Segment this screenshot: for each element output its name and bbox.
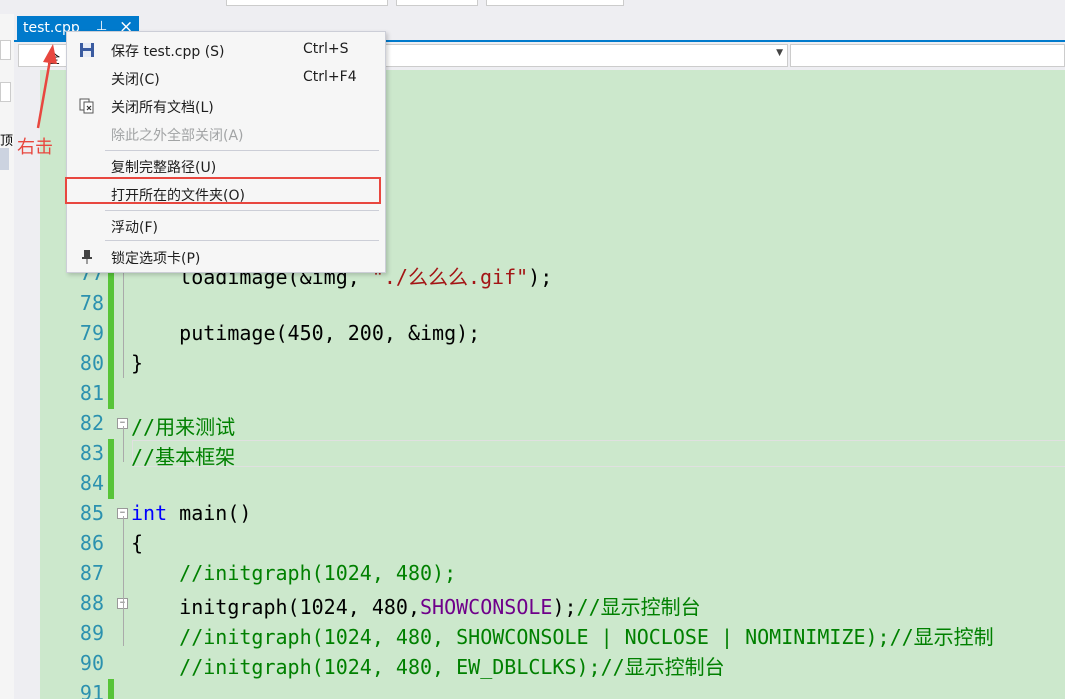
menu-item-label: 锁定选项卡(P)	[111, 251, 201, 267]
code-line: 79 putimage(450, 200, &img);	[14, 319, 1065, 349]
change-marker	[108, 469, 114, 499]
annotation-label: 右击	[17, 137, 53, 158]
code-line: 85 − int main()	[14, 499, 1065, 529]
member-dropdown[interactable]	[790, 44, 1065, 67]
current-line-highlight	[132, 440, 1065, 467]
code-comment: //用来测试	[131, 415, 236, 439]
code-comment: //initgraph(1024, 480, EW_DBLCLKS);//显示控…	[131, 655, 725, 679]
code-text: {	[131, 531, 144, 555]
menu-item-label: 保存 test.cpp (S)	[111, 44, 225, 60]
change-marker	[108, 349, 114, 379]
line-number: 81	[79, 381, 104, 405]
code-line: 81	[14, 379, 1065, 409]
menu-item-copy-full-path[interactable]: 复制完整路径(U)	[67, 152, 383, 180]
menu-item-label: 除此之外全部关闭(A)	[111, 128, 244, 144]
code-text: initgraph(1024, 480,SHOWCONSOLE);//显示控制台	[131, 595, 701, 619]
change-marker	[108, 319, 114, 349]
line-number: 84	[79, 471, 104, 495]
toolbar-combo[interactable]	[486, 0, 624, 6]
line-number: 88	[79, 591, 104, 615]
line-number: 78	[79, 291, 104, 315]
structure-guide-line	[123, 270, 124, 378]
code-comment: //基本框架	[131, 445, 236, 469]
menu-item-save[interactable]: 保存 test.cpp (S) Ctrl+S	[67, 36, 383, 64]
menu-separator	[105, 210, 379, 211]
code-line: 80 }	[14, 349, 1065, 379]
line-number: 80	[79, 351, 104, 375]
code-line: 90 //initgraph(1024, 480, EW_DBLCLKS);//…	[14, 649, 1065, 679]
close-all-icon	[79, 98, 95, 114]
chevron-down-icon: ▼	[776, 48, 783, 58]
code-text: putimage(450, 200, &img);	[131, 321, 481, 345]
line-number: 82	[79, 411, 104, 435]
menu-separator	[105, 150, 379, 151]
code-comment: //initgraph(1024, 480);	[131, 561, 457, 585]
change-marker	[108, 379, 114, 409]
code-comment: //initgraph(1024, 480, SHOWCONSOLE | NOC…	[131, 625, 994, 649]
line-number: 90	[79, 651, 104, 675]
menu-item-label: 关闭(C)	[111, 72, 160, 88]
line-number: 87	[79, 561, 104, 585]
change-marker	[108, 679, 114, 699]
line-number: 86	[79, 531, 104, 555]
code-line: 86 {	[14, 529, 1065, 559]
menu-item-close-all-but-this: 除此之外全部关闭(A)	[67, 120, 383, 148]
change-marker	[108, 289, 114, 319]
code-line: 87 //initgraph(1024, 480);	[14, 559, 1065, 589]
line-number: 89	[79, 621, 104, 645]
side-panel-selected-item[interactable]	[0, 148, 9, 170]
structure-guide-line	[123, 426, 124, 462]
menu-item-pin-tab[interactable]: 锁定选项卡(P)	[67, 243, 383, 271]
annotation-arrow-icon	[36, 44, 57, 129]
menu-item-label: 复制完整路径(U)	[111, 160, 217, 176]
menu-item-close-all[interactable]: 关闭所有文档(L)	[67, 92, 383, 120]
menu-item-label: 打开所在的文件夹(O)	[111, 188, 245, 204]
change-marker	[108, 439, 114, 469]
toolbar-combo[interactable]	[226, 0, 388, 6]
line-number: 83	[79, 441, 104, 465]
menu-item-shortcut: Ctrl+S	[303, 41, 349, 57]
pin-icon	[79, 249, 95, 265]
code-line-current: 83 //基本框架	[14, 439, 1065, 469]
line-number: 85	[79, 501, 104, 525]
line-number: 91	[79, 681, 104, 699]
save-icon	[79, 42, 95, 58]
toolbar-combo[interactable]	[396, 0, 478, 6]
code-line: 89 //initgraph(1024, 480, SHOWCONSOLE | …	[14, 619, 1065, 649]
code-text: int main()	[131, 501, 252, 525]
code-line: 88 − initgraph(1024, 480,SHOWCONSOLE);//…	[14, 589, 1065, 619]
code-line: 82 − //用来测试	[14, 409, 1065, 439]
structure-guide-line	[123, 516, 124, 646]
code-line: 78	[14, 289, 1065, 319]
line-number: 79	[79, 321, 104, 345]
code-line: 84	[14, 469, 1065, 499]
menu-item-label: 关闭所有文档(L)	[111, 100, 214, 116]
menu-item-open-containing-folder[interactable]: 打开所在的文件夹(O)	[65, 177, 383, 208]
toolbar-strip	[0, 0, 1065, 14]
tab-context-menu: 保存 test.cpp (S) Ctrl+S 关闭(C) Ctrl+F4 关闭所…	[65, 31, 386, 273]
code-text: }	[131, 351, 144, 375]
menu-item-label: 浮动(F)	[111, 220, 158, 236]
menu-item-shortcut: Ctrl+F4	[303, 69, 357, 85]
code-line: 91	[14, 679, 1065, 699]
menu-separator	[105, 240, 379, 241]
menu-item-close[interactable]: 关闭(C) Ctrl+F4	[67, 64, 383, 92]
menu-item-float[interactable]: 浮动(F)	[67, 212, 383, 240]
